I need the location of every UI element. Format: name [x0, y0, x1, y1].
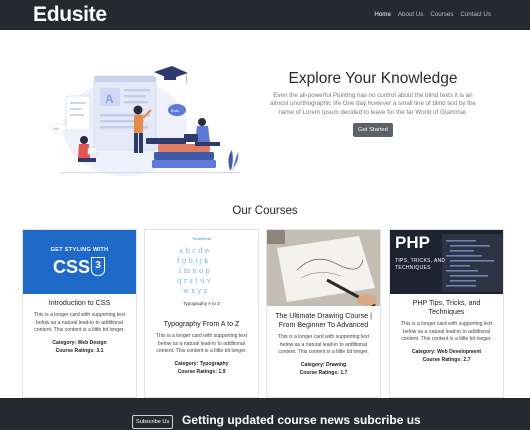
course-card-css[interactable]: GET STYLING WITH CSS 3 Introduction to C…: [22, 229, 137, 398]
category-label: Category:: [52, 339, 77, 346]
course-image-php: PHP TIPS, TRICKS, AND TECHNIQUES: [390, 230, 503, 294]
course-title: Typography From A to Z: [163, 320, 240, 328]
info-bubble-label: Info: [53, 127, 59, 131]
svg-text:A: A: [105, 92, 114, 106]
alphabet-icon: a b c d e f g h i j k l m n o p q r s t …: [177, 247, 211, 295]
hero-illustration: A Info Book: [50, 66, 240, 176]
typography-image-top-text: YouthWork: [191, 236, 212, 241]
course-title: The Ultimate Drawing Course | From Begin…: [275, 312, 372, 329]
get-started-button[interactable]: Get Started: [353, 123, 393, 138]
hero-title: Explore Your Knowledge: [288, 70, 458, 87]
nav-link-courses[interactable]: Courses: [430, 11, 453, 18]
css-image-top-text: GET STYLING WITH: [50, 247, 109, 253]
course-card-typography[interactable]: YouthWork a b c d e f g h i j k l m n o …: [144, 229, 259, 398]
category-value: Web Design: [77, 339, 107, 346]
nav-link-contact[interactable]: Contact Us: [460, 11, 491, 18]
course-rating: Course Ratings: 1.9: [149, 368, 254, 376]
svg-text:a b c d e: a b c d e: [179, 247, 209, 255]
rating-value: 2.7: [463, 356, 471, 363]
course-title: Introduction to CSS: [48, 299, 111, 307]
svg-text:w x y z: w x y z: [183, 287, 208, 295]
subscribe-text: Getting updated course news subcribe us: [182, 413, 421, 427]
category-label: Category:: [411, 348, 436, 355]
svg-text:f g h i j k: f g h i j k: [177, 257, 209, 265]
svg-text:l m n o p: l m n o p: [179, 267, 210, 275]
course-category: Category: Web Development: [394, 348, 499, 356]
category-value: Drawing: [326, 361, 347, 368]
course-rating: Course Ratings: 2.7: [394, 356, 499, 364]
rating-label: Course Ratings:: [177, 368, 217, 375]
rating-value: 3.1: [96, 347, 104, 354]
course-image-typography: YouthWork a b c d e f g h i j k l m n o …: [145, 230, 258, 318]
course-image-drawing: [267, 230, 380, 306]
course-text: This is a longer card with supporting te…: [33, 312, 126, 333]
course-category: Category: Typography: [149, 360, 254, 368]
nav-link-about[interactable]: About Us: [398, 11, 423, 18]
php-image-sub-text: TIPS, TRICKS, AND TECHNIQUES: [395, 258, 446, 271]
category-value: Typography: [199, 360, 229, 367]
nav-links: Home About Us Courses Contact Us: [374, 11, 491, 18]
course-image-css: GET STYLING WITH CSS 3: [23, 230, 136, 294]
rating-label: Course Ratings:: [299, 369, 339, 376]
book-bubble-label: Book: [171, 109, 179, 113]
course-rating: Course Ratings: 3.1: [27, 347, 132, 355]
typography-image-caption: Typography A to Z: [182, 301, 221, 306]
css-image-main-text: CSS: [53, 257, 91, 277]
courses-heading: Our Courses: [232, 205, 298, 217]
course-text: This is a longer card with supporting te…: [277, 334, 370, 355]
css3-shield-icon: 3: [91, 257, 105, 276]
svg-text:q r s t u v: q r s t u v: [177, 277, 211, 285]
rating-label: Course Ratings:: [422, 356, 462, 363]
course-category: Category: Web Design: [27, 339, 132, 347]
course-card-drawing[interactable]: The Ultimate Drawing Course | From Begin…: [266, 229, 381, 398]
category-label: Category:: [300, 361, 325, 368]
navbar: Edusite Home About Us Courses Contact Us: [0, 0, 530, 30]
category-label: Category:: [174, 360, 199, 367]
category-value: Web Development: [437, 348, 482, 355]
nav-link-home[interactable]: Home: [374, 11, 391, 18]
hero-description: Even the all-powerful Pointing has no co…: [270, 92, 476, 116]
course-title: PHP Tips, Tricks, and Techniques: [412, 299, 481, 316]
course-text: This is a longer card with supporting te…: [400, 321, 493, 342]
hero-section: Explore Your Knowledge Even the all-powe…: [268, 70, 478, 138]
brand-logo[interactable]: Edusite: [33, 3, 107, 27]
rating-value: 1.9: [218, 368, 226, 375]
php-image-main-text: PHP: [395, 233, 430, 252]
subscribe-footer: Subscribe Us Getting updated course news…: [0, 398, 530, 430]
rating-label: Course Ratings:: [55, 347, 95, 354]
course-card-php[interactable]: PHP TIPS, TRICKS, AND TECHNIQUES PHP Tip…: [389, 229, 504, 398]
rating-value: 1.7: [340, 369, 348, 376]
course-category: Category: Drawing: [271, 361, 376, 369]
drawing-photo-icon: [267, 230, 380, 306]
course-rating: Course Ratings: 1.7: [271, 369, 376, 377]
subscribe-button[interactable]: Subscribe Us: [132, 415, 174, 429]
course-text: This is a longer card with supporting te…: [155, 333, 248, 354]
